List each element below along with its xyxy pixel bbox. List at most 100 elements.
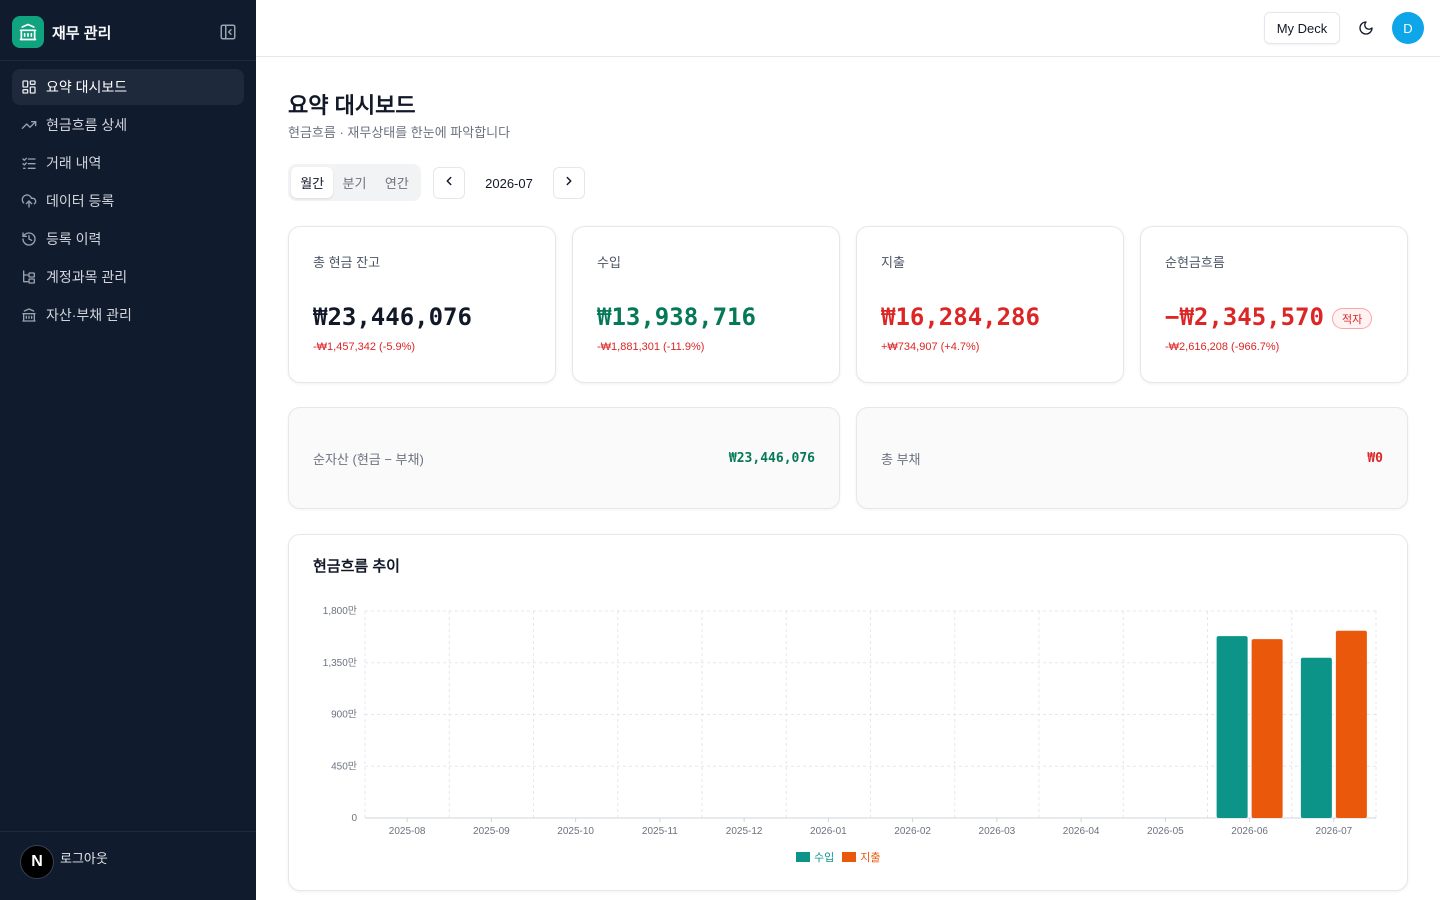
page-title: 요약 대시보드 [288,93,416,118]
logout-button[interactable]: N 로그아웃 [20,845,108,879]
kpi-value: ₩23,446,076 [313,303,472,331]
bar-income [1300,657,1332,818]
trending-up-icon [20,116,38,134]
kpi-card-cash-balance: 총 현금 잔고 ₩23,446,076 -₩1,457,342 (-5.9%) [288,226,556,383]
kpi-card-expense: 지출 ₩16,284,286 +₩734,907 (+4.7%) [856,226,1124,383]
kpi-value: −₩2,345,570 [1165,303,1324,331]
moon-icon[interactable] [1354,16,1378,40]
brand[interactable]: 재무 관리 [12,16,111,48]
kpi-card-net-cashflow: 순현금흐름 −₩2,345,570 적자 -₩2,616,208 (-966.7… [1140,226,1408,383]
x-tick-label: 2025-10 [557,826,594,837]
bar-expense [1335,630,1367,818]
bar-expense [1251,639,1283,818]
bank-logo-icon [12,16,44,48]
total-liabilities-value: ₩0 [1367,451,1383,466]
y-tick-label: 450만 [331,760,357,772]
kpi-delta: +₩734,907 (+4.7%) [881,341,980,353]
logout-label: 로그아웃 [60,850,108,866]
sidebar-item-transactions[interactable]: 거래 내역 [12,145,244,181]
kpi-label: 지출 [881,255,905,270]
x-tick-label: 2026-06 [1231,826,1268,837]
kpi-label: 수입 [597,255,621,270]
net-assets-value: ₩23,446,076 [728,451,815,466]
kpi-label: 총 현금 잔고 [313,255,381,270]
y-tick-label: 1,800만 [323,605,357,617]
chevron-right-icon [562,174,576,193]
sidebar-item-accounts[interactable]: 계정과목 관리 [12,259,244,295]
sidebar-bottom-divider [0,831,256,832]
net-assets-card: 순자산 (현금 − 부채) ₩23,446,076 [288,407,840,509]
kpi-delta: -₩1,881,301 (-11.9%) [597,341,705,353]
sidebar-item-label: 계정과목 관리 [46,269,128,285]
sidebar-item-label: 거래 내역 [46,155,102,171]
history-icon [20,230,38,248]
tab-quarterly[interactable]: 분기 [333,167,375,198]
deficit-badge: 적자 [1332,308,1373,329]
bar-income [1216,636,1248,818]
kpi-label: 순현금흐름 [1165,255,1225,270]
sidebar-divider [0,60,256,61]
brand-title: 재무 관리 [52,24,112,42]
net-assets-label: 순자산 (현금 − 부채) [313,452,424,467]
legend-swatch-expense [842,852,857,862]
current-period: 2026-07 [485,175,533,191]
topbar: My Deck D [256,0,1440,57]
sidebar-item-assets-liabilities[interactable]: 자산·부채 관리 [12,297,244,333]
legend-swatch-income [796,852,810,862]
tree-icon [20,268,38,286]
legend-label: 수입 [814,852,835,864]
y-tick-label: 900만 [331,709,357,721]
period-segmented-control: 월간 분기 연간 [288,164,421,201]
sidebar-item-label: 현금흐름 상세 [46,117,128,133]
user-avatar-button[interactable]: D [1392,12,1424,44]
sidebar-item-dashboard[interactable]: 요약 대시보드 [12,69,244,105]
x-tick-label: 2026-03 [979,826,1016,837]
kpi-delta: -₩2,616,208 (-966.7%) [1165,341,1280,353]
total-liabilities-label: 총 부채 [881,452,921,467]
sidebar: 재무 관리 요약 대시보드 현금흐름 상세 거래 내역 데이터 등록 등록 이력… [0,0,256,900]
bank-icon [20,306,38,324]
chart-legend: 수입 지출 [796,849,889,865]
legend-item-income[interactable]: 수입 [796,849,834,865]
chevron-left-icon [442,174,456,193]
cloud-upload-icon [20,192,38,210]
page-subtitle: 현금흐름 · 재무상태를 한눈에 파악합니다 [288,125,511,140]
x-tick-label: 2025-08 [389,826,426,837]
y-tick-label: 0 [351,813,357,824]
x-tick-label: 2026-01 [810,826,847,837]
legend-item-expense[interactable]: 지출 [842,849,881,865]
list-checks-icon [20,154,38,172]
x-tick-label: 2025-09 [473,826,510,837]
kpi-value: ₩16,284,286 [881,303,1040,331]
x-tick-label: 2025-11 [642,826,678,837]
kpi-value: ₩13,938,716 [597,303,756,331]
kpi-card-income: 수입 ₩13,938,716 -₩1,881,301 (-11.9%) [572,226,840,383]
next-period-button[interactable] [553,167,585,199]
cashflow-trend-card: 현금흐름 추이 0 450만 900만 1,350만 1,800만 2025-08 2025… [288,534,1408,891]
user-avatar: N [20,845,54,879]
tab-yearly[interactable]: 연간 [376,167,418,198]
tab-monthly[interactable]: 월간 [291,167,334,198]
total-liabilities-card: 총 부채 ₩0 [856,407,1408,509]
sidebar-collapse-icon[interactable] [216,20,240,44]
sidebar-item-label: 데이터 등록 [46,193,115,209]
my-deck-button[interactable]: My Deck [1264,12,1340,44]
kpi-delta: -₩1,457,342 (-5.9%) [313,341,416,353]
legend-label: 지출 [860,852,881,864]
sidebar-item-data-upload[interactable]: 데이터 등록 [12,183,244,219]
x-tick-label: 2026-05 [1147,826,1184,837]
sidebar-item-upload-history[interactable]: 등록 이력 [12,221,244,257]
sidebar-item-cashflow-detail[interactable]: 현금흐름 상세 [12,107,244,143]
dashboard-icon [20,78,38,96]
prev-period-button[interactable] [433,167,465,199]
sidebar-nav: 요약 대시보드 현금흐름 상세 거래 내역 데이터 등록 등록 이력 계정과목 … [12,69,244,335]
sidebar-item-label: 요약 대시보드 [46,79,128,95]
x-tick-label: 2026-04 [1063,826,1100,837]
y-tick-label: 1,350만 [323,657,357,669]
sidebar-item-label: 자산·부채 관리 [46,307,132,323]
x-tick-label: 2026-02 [894,826,931,837]
x-tick-label: 2026-07 [1316,826,1353,837]
cashflow-bar-chart: 0 450만 900만 1,350만 1,800만 2025-08 2025-09 2025-… [323,605,1377,837]
x-tick-label: 2025-12 [726,826,763,837]
sidebar-item-label: 등록 이력 [46,231,102,247]
